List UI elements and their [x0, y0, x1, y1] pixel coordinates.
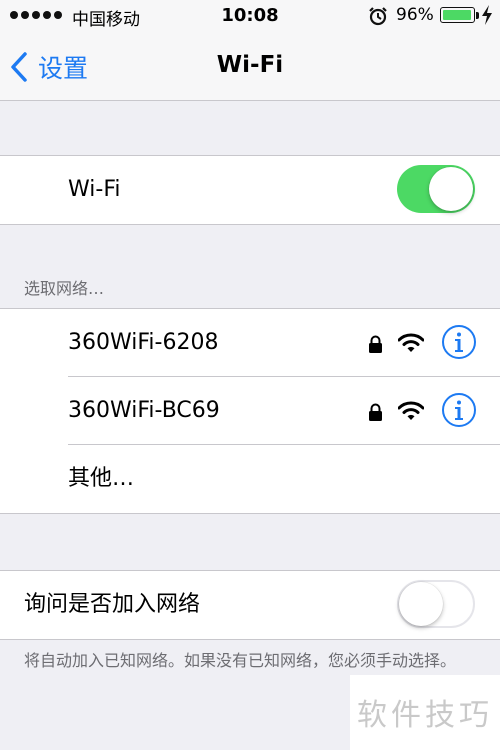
wifi-toggle-label: Wi-Fi [68, 177, 121, 202]
ask-to-join-label: 询问是否加入网络 [24, 592, 201, 617]
network-list: 360WiFi-6208 360WiFi-BC69 其他… [0, 308, 500, 514]
wifi-signal-icon [398, 333, 424, 352]
wifi-toggle-group: Wi-Fi [0, 155, 500, 225]
lock-icon [369, 335, 382, 353]
network-section-header: 选取网络… [24, 279, 105, 298]
network-row[interactable]: 360WiFi-BC69 [0, 377, 500, 445]
other-network-row[interactable]: 其他… [0, 445, 500, 513]
switch-knob [399, 582, 443, 626]
info-button-icon[interactable] [441, 324, 477, 360]
info-button-icon[interactable] [441, 392, 477, 428]
ask-to-join-footer: 将自动加入已知网络。如果没有已知网络，您必须手动选择。 [24, 651, 457, 670]
battery-percent: 96% [396, 5, 434, 25]
battery-level-fill [443, 10, 471, 20]
navigation-bar: 设置 Wi-Fi [0, 32, 500, 101]
lock-icon [369, 403, 382, 421]
wifi-switch[interactable] [397, 165, 475, 213]
ask-to-join-switch[interactable] [397, 580, 475, 628]
page-title: Wi-Fi [216, 52, 284, 78]
switch-knob [429, 167, 473, 211]
wifi-toggle-row: Wi-Fi [0, 156, 500, 224]
battery-cap [476, 12, 479, 19]
other-network-label: 其他… [68, 466, 135, 491]
wifi-signal-icon [398, 401, 424, 420]
watermark-text: 软件技巧 [357, 698, 493, 733]
charging-bolt-icon [482, 5, 492, 25]
network-row[interactable]: 360WiFi-6208 [0, 309, 500, 377]
ask-to-join-row: 询问是否加入网络 [0, 571, 500, 639]
battery-icon [440, 7, 475, 23]
ask-to-join-group: 询问是否加入网络 [0, 570, 500, 640]
alarm-icon [369, 7, 387, 26]
network-name: 360WiFi-6208 [68, 330, 219, 355]
network-name: 360WiFi-BC69 [68, 398, 220, 423]
status-bar: 中国移动 10:08 96% [0, 0, 500, 32]
